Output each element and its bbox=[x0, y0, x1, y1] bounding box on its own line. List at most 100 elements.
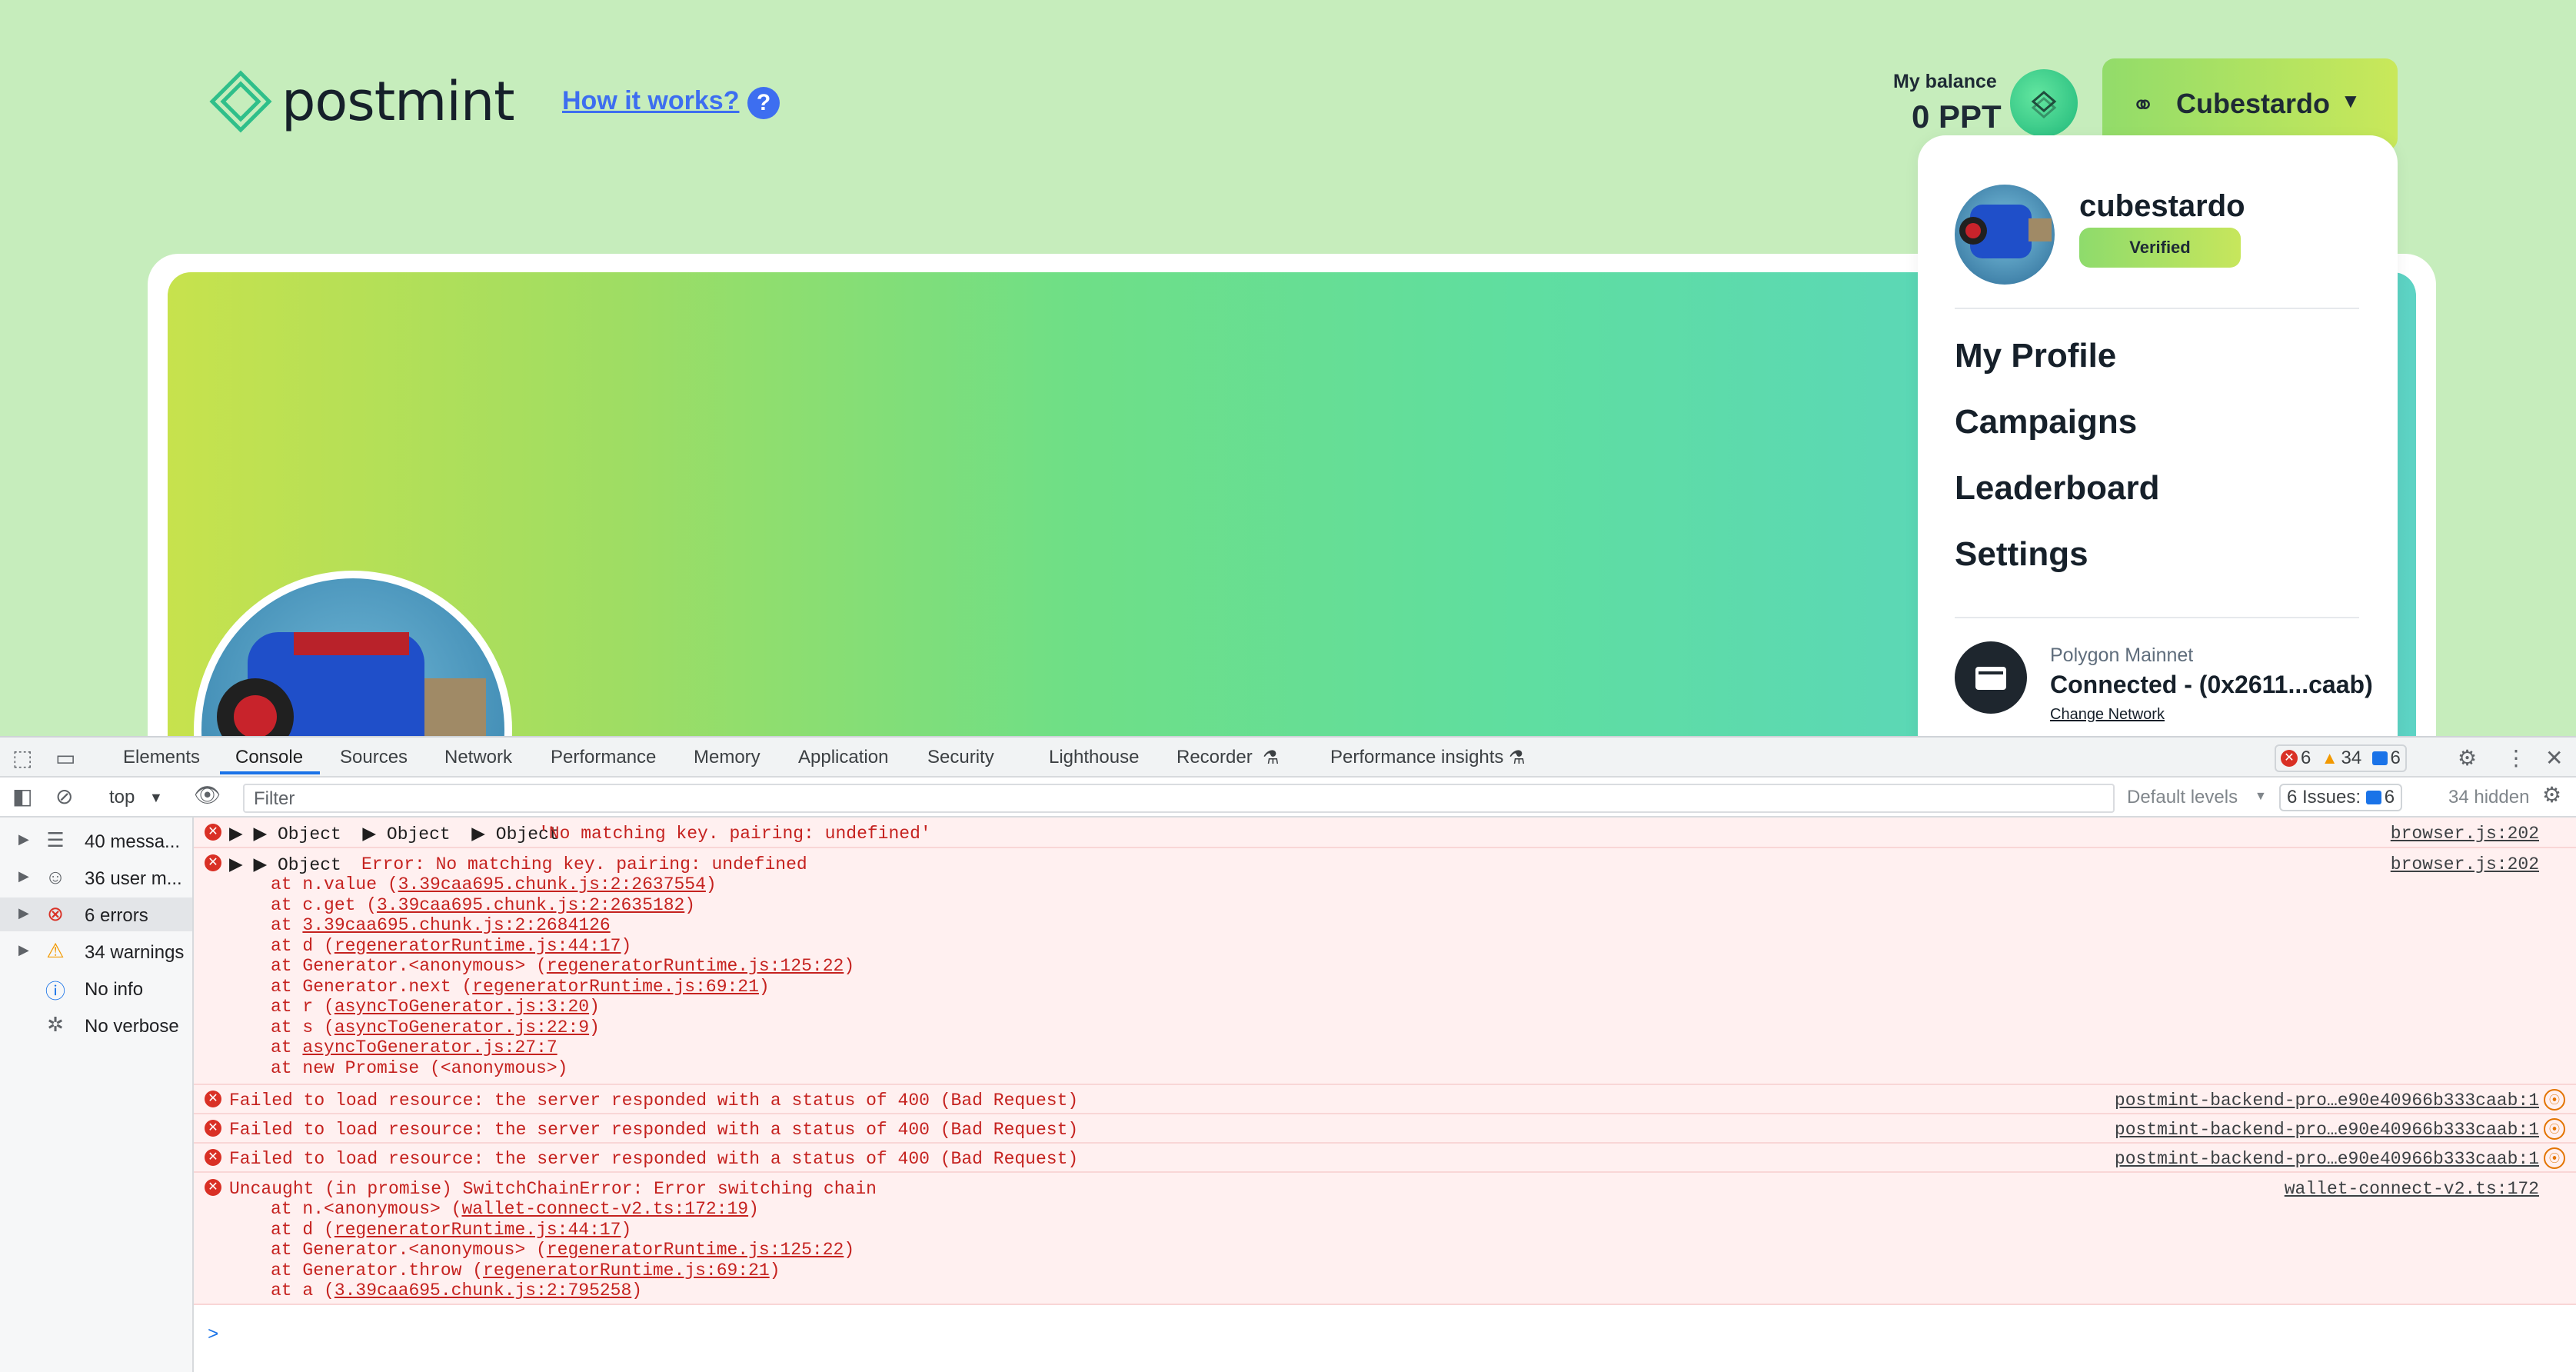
clear-console-icon[interactable]: ⊘ bbox=[55, 784, 73, 809]
stack-frame: at Generator.next (regeneratorRuntime.js… bbox=[271, 976, 770, 997]
log-objects: ▶ ▶ Object bbox=[229, 855, 352, 875]
sidebar-label: 36 user m... bbox=[85, 868, 182, 889]
tab-elements[interactable]: Elements bbox=[123, 747, 200, 768]
stack-frame-link[interactable]: regeneratorRuntime.js:69:21 bbox=[483, 1260, 770, 1280]
stack-frame-link[interactable]: regeneratorRuntime.js:69:21 bbox=[472, 977, 759, 997]
stack-frame-link[interactable]: asyncToGenerator.js:3:20 bbox=[334, 997, 589, 1017]
close-icon[interactable]: ✕ bbox=[2545, 745, 2563, 771]
sidebar-toggle-icon[interactable]: ◧ bbox=[12, 784, 32, 809]
inspect-element-icon[interactable]: ⬚ bbox=[12, 745, 32, 771]
balance-value: 0 PPT bbox=[1912, 98, 2002, 135]
console-error-row[interactable]: ✕ Failed to load resource: the server re… bbox=[194, 1085, 2576, 1114]
tab-performance[interactable]: Performance bbox=[551, 747, 656, 768]
stack-frame-link[interactable]: asyncToGenerator.js:22:9 bbox=[334, 1017, 589, 1037]
console-filterbar: ◧ ⊘ top ▼ 👁 Filter Default levels ▼ 6 Is… bbox=[0, 778, 2576, 818]
log-source-link[interactable]: postmint-backend-pro…e90e40966b333caab:1 bbox=[2115, 1091, 2539, 1111]
stack-frame-link[interactable]: asyncToGenerator.js:27:7 bbox=[302, 1037, 557, 1057]
console-error-row[interactable]: ✕ ▶ ▶ Object Error: No matching key. pai… bbox=[194, 848, 2576, 1085]
bug-icon: ✲ bbox=[47, 1013, 64, 1036]
sidebar-item-user-messages[interactable]: ▶ ☺ 36 user m... bbox=[0, 861, 192, 894]
balance-label: My balance bbox=[1893, 71, 1997, 92]
tab-lighthouse[interactable]: Lighthouse bbox=[1049, 747, 1139, 768]
log-source-link[interactable]: postmint-backend-pro…e90e40966b333caab:1 bbox=[2115, 1120, 2539, 1140]
connection-status: Connected - (0x2611...caab) bbox=[2050, 671, 2373, 698]
help-icon[interactable]: ? bbox=[747, 87, 780, 119]
sidebar-item-errors[interactable]: ▶ ⊗ 6 errors bbox=[0, 897, 192, 931]
stack-frame: at n.<anonymous> (wallet-connect-v2.ts:1… bbox=[271, 1199, 759, 1219]
menu-item-campaigns[interactable]: Campaigns bbox=[1955, 403, 2137, 441]
issues-label: 6 Issues: bbox=[2287, 787, 2361, 808]
menu-item-my-profile[interactable]: My Profile bbox=[1955, 337, 2116, 375]
stack-frame: at r (asyncToGenerator.js:3:20) bbox=[271, 997, 600, 1017]
wallet-icon bbox=[1955, 641, 2027, 714]
stack-frame-link[interactable]: regeneratorRuntime.js:125:22 bbox=[547, 1240, 844, 1260]
user-icon: ☺ bbox=[45, 865, 66, 888]
log-source-link[interactable]: browser.js:202 bbox=[2391, 854, 2539, 874]
context-dropdown-icon[interactable]: ▼ bbox=[149, 790, 163, 806]
sidebar-label: No info bbox=[85, 979, 144, 1000]
console-prompt[interactable]: > bbox=[208, 1325, 218, 1346]
stack-frame-link[interactable]: 3.39caa695.chunk.js:2:2684126 bbox=[302, 915, 610, 935]
sidebar-item-warnings[interactable]: ▶ ⚠ 34 warnings bbox=[0, 934, 192, 968]
log-message: 'No matching key. pairing: undefined' bbox=[538, 824, 931, 844]
issue-counts[interactable]: ✕ 6 ▲ 34 6 bbox=[2275, 744, 2407, 772]
change-network-link[interactable]: Change Network bbox=[2050, 706, 2165, 724]
default-levels-dropdown[interactable]: Default levels bbox=[2127, 787, 2238, 808]
stack-frame-link[interactable]: wallet-connect-v2.ts:172:19 bbox=[461, 1199, 748, 1219]
tab-memory[interactable]: Memory bbox=[694, 747, 760, 768]
console-error-row[interactable]: ✕ Failed to load resource: the server re… bbox=[194, 1114, 2576, 1144]
stack-frame-link[interactable]: regeneratorRuntime.js:44:17 bbox=[334, 936, 621, 956]
eye-icon[interactable]: 👁 bbox=[194, 782, 221, 808]
settings-gear-icon[interactable]: ⚙ bbox=[2458, 745, 2477, 771]
menu-item-leaderboard[interactable]: Leaderboard bbox=[1955, 469, 2160, 508]
console-filter-input[interactable]: Filter bbox=[243, 784, 2115, 813]
stack-frame-link[interactable]: regeneratorRuntime.js:125:22 bbox=[547, 956, 844, 976]
tab-sources[interactable]: Sources bbox=[340, 747, 408, 768]
levels-dropdown-icon[interactable]: ▼ bbox=[2255, 790, 2267, 804]
log-source-link[interactable]: wallet-connect-v2.ts:172 bbox=[2285, 1179, 2539, 1199]
sidebar-item-info[interactable]: ⓘ No info bbox=[0, 971, 192, 1005]
user-avatar bbox=[1955, 185, 2055, 285]
how-it-works-link[interactable]: How it works? bbox=[562, 86, 739, 116]
tab-recorder[interactable]: Recorder bbox=[1177, 747, 1253, 768]
error-icon: ✕ bbox=[205, 1120, 221, 1137]
console-sidebar: ▶ ☰ 40 messa... ▶ ☺ 36 user m... ▶ ⊗ 6 e… bbox=[0, 818, 194, 1372]
console-error-row[interactable]: ✕ Uncaught (in promise) SwitchChainError… bbox=[194, 1173, 2576, 1305]
log-source-link[interactable]: postmint-backend-pro…e90e40966b333caab:1 bbox=[2115, 1149, 2539, 1169]
log-source-link[interactable]: browser.js:202 bbox=[2391, 824, 2539, 844]
logo-mark-icon bbox=[209, 70, 272, 133]
console-error-row[interactable]: ✕ ▶ ▶ Object ▶ Object ▶ Object 'No match… bbox=[194, 818, 2576, 848]
issues-button[interactable]: 6 Issues: 6 bbox=[2279, 784, 2403, 811]
link-icon: ⚭ bbox=[2132, 89, 2155, 121]
stack-frame-link[interactable]: 3.39caa695.chunk.js:2:2637554 bbox=[398, 874, 706, 894]
expand-arrow-icon: ▶ bbox=[18, 942, 29, 957]
more-options-icon[interactable]: ⋮ bbox=[2505, 745, 2527, 771]
tab-performance-insights[interactable]: Performance insights bbox=[1330, 747, 1503, 768]
stack-frame: at Generator.<anonymous> (regeneratorRun… bbox=[271, 956, 855, 976]
network-request-icon[interactable]: ⦿ bbox=[2544, 1089, 2565, 1111]
menu-item-settings[interactable]: Settings bbox=[1955, 535, 2088, 574]
device-toolbar-icon[interactable]: ▭ bbox=[55, 745, 75, 771]
console-error-row[interactable]: ✕ Failed to load resource: the server re… bbox=[194, 1144, 2576, 1173]
tab-network[interactable]: Network bbox=[444, 747, 512, 768]
sidebar-item-verbose[interactable]: ✲ No verbose bbox=[0, 1008, 192, 1042]
verified-badge: Verified bbox=[2079, 228, 2241, 268]
hidden-count: 34 hidden bbox=[2448, 787, 2530, 808]
info-icon: ⓘ bbox=[45, 980, 65, 1003]
tab-security[interactable]: Security bbox=[927, 747, 994, 768]
console-log: ✕ ▶ ▶ Object ▶ Object ▶ Object 'No match… bbox=[194, 818, 2576, 1372]
console-settings-icon[interactable]: ⚙ bbox=[2542, 782, 2561, 808]
tab-console[interactable]: Console bbox=[235, 747, 303, 768]
stack-frame: at d (regeneratorRuntime.js:44:17) bbox=[271, 1219, 632, 1240]
stack-frame-link[interactable]: 3.39caa695.chunk.js:2:795258 bbox=[334, 1280, 631, 1300]
stack-frame-link[interactable]: 3.39caa695.chunk.js:2:2635182 bbox=[377, 895, 684, 915]
network-request-icon[interactable]: ⦿ bbox=[2544, 1118, 2565, 1140]
stack-frame-link[interactable]: regeneratorRuntime.js:44:17 bbox=[334, 1220, 621, 1240]
error-icon: ✕ bbox=[205, 1149, 221, 1166]
network-request-icon[interactable]: ⦿ bbox=[2544, 1147, 2565, 1169]
context-selector[interactable]: top bbox=[109, 787, 135, 808]
postmint-logo[interactable]: postmint bbox=[206, 70, 515, 133]
tab-application[interactable]: Application bbox=[798, 747, 888, 768]
user-menu-name: Cubestardo bbox=[2176, 88, 2331, 119]
sidebar-item-messages[interactable]: ▶ ☰ 40 messa... bbox=[0, 824, 192, 858]
